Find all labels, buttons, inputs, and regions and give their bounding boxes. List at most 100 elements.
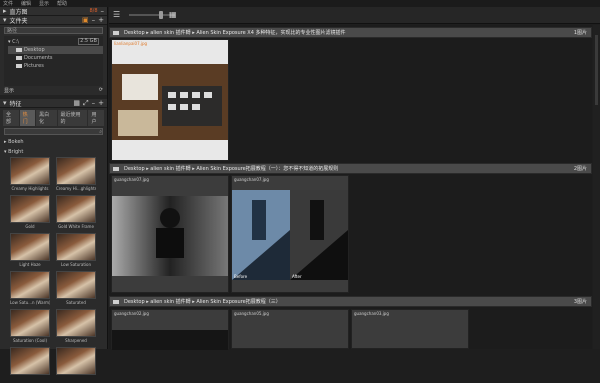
zoom-slider-knob[interactable] (159, 11, 163, 19)
plus-icon[interactable]: + (98, 99, 104, 107)
thumbnail-cell[interactable]: guangchan07.jpg Before After (231, 175, 349, 293)
preset-item[interactable] (10, 347, 50, 383)
scrollbar[interactable] (593, 25, 600, 349)
preset-item[interactable]: Gold (10, 195, 50, 231)
thumbnail-cell[interactable]: lianlianpai07.jpg (111, 39, 229, 161)
tree-item-desktop[interactable]: Desktop (8, 46, 103, 54)
preset-item[interactable]: Gold White Frame (56, 195, 96, 231)
tree-item-c[interactable]: ▾ C:\ 2.5 GB (8, 38, 103, 46)
folder-bar[interactable]: Desktop ▸ alien skin 插件轉 ▸ Alien Skin Ex… (109, 296, 592, 307)
sync-icon[interactable]: ⟳ (99, 87, 103, 94)
preset-thumbnail (10, 309, 50, 337)
preset-thumbnail (56, 233, 96, 261)
tab-popular[interactable]: 热门 (19, 110, 36, 126)
preset-item[interactable]: Low Satu...n (Warm) (10, 271, 50, 307)
image-count: 2图片 (573, 166, 587, 172)
before-tag: Before (234, 274, 248, 279)
preset-label: Saturated (66, 300, 86, 305)
thumbnail-cell[interactable]: guangchan07.jpg (111, 175, 229, 293)
preset-thumbnail (56, 195, 96, 223)
tab-bw[interactable]: 黑白化 (36, 110, 57, 126)
preset-thumbnails: Creamy Highlights Creamy Hi...ghlights G… (0, 157, 107, 383)
file-name: guangchan05.jpg (234, 311, 269, 316)
triangle-down-icon: ▾ (3, 15, 7, 24)
folder-bar[interactable]: Desktop ▸ alien skin 插件轉 ▸ Alien Skin Ex… (109, 27, 592, 38)
menu-help[interactable]: 帮助 (57, 0, 67, 7)
group-bokeh[interactable]: ▸ Bokeh (0, 137, 107, 147)
preset-thumbnail (10, 347, 50, 375)
photo-thumbnail (112, 64, 228, 140)
triangle-right-icon: ▸ (3, 6, 7, 15)
folder-bar[interactable]: Desktop ▸ alien skin 插件轉 ▸ Alien Skin Ex… (109, 163, 592, 174)
folder-icon (113, 299, 119, 304)
folder-footer: 显示 ⟳ (0, 86, 107, 95)
tab-user[interactable]: 用户 (88, 110, 105, 126)
folder-icon (16, 55, 22, 60)
preset-thumbnail (56, 157, 96, 185)
preset-item[interactable]: Sharpened (56, 309, 96, 345)
group-bright[interactable]: ▾ Bright (0, 147, 107, 157)
thumbnail-cell[interactable]: guangchan03.jpg (351, 309, 469, 349)
plus-icon[interactable]: + (98, 16, 104, 24)
photo-thumbnail (232, 190, 348, 280)
preset-label: Creamy Hi...ghlights (56, 186, 96, 191)
presets-title: 特征 (9, 100, 22, 108)
tree-item-pictures[interactable]: Pictures (8, 62, 103, 70)
preset-thumbnail (10, 233, 50, 261)
folders-title: 文件夹 (9, 17, 28, 25)
grid-view-icon[interactable]: ▦ (73, 99, 80, 107)
preset-item[interactable]: Low Saturation (56, 233, 96, 269)
preset-item[interactable] (56, 347, 96, 383)
minus-icon[interactable]: – (92, 16, 96, 24)
browser-content: Desktop ▸ alien skin 插件轉 ▸ Alien Skin Ex… (109, 25, 592, 350)
minus-icon[interactable]: – (101, 7, 105, 15)
preset-search-input[interactable]: ⌕ (4, 128, 103, 135)
preset-item[interactable]: Light Haze (10, 233, 50, 269)
thumbnail-cell[interactable]: guangchan05.jpg (231, 309, 349, 349)
folder-icon[interactable]: ▣ (82, 16, 89, 24)
histogram-value: 8/8 (89, 8, 98, 14)
thumbnail-cell[interactable]: guangchan02.jpg (111, 309, 229, 350)
preset-thumbnail (56, 347, 96, 375)
preset-thumbnail (56, 309, 96, 337)
menu-view[interactable]: 显示 (39, 0, 49, 7)
folder-icon (16, 47, 22, 52)
scrollbar-thumb[interactable] (595, 35, 598, 105)
preset-item[interactable]: Creamy Hi...ghlights (56, 157, 96, 193)
file-name: lianlianpai07.jpg (114, 41, 148, 46)
tree-item-documents[interactable]: Documents (8, 54, 103, 62)
presets-header[interactable]: ▾ 特征 ▦ ⤢ – + (0, 99, 107, 108)
folder-path: Desktop ▸ alien skin 插件轉 ▸ Alien Skin Ex… (124, 166, 339, 172)
preset-thumbnail (10, 195, 50, 223)
folders-header[interactable]: ▾ 文件夹 ▣ – + (0, 16, 107, 25)
preset-label: Gold White Frame (58, 224, 94, 229)
image-count: 3图片 (573, 299, 587, 305)
left-panel: ▸ 直方图 8/8– ▾ 文件夹 ▣ – + 路径 ▾ C:\ 2.5 GB Desk… (0, 6, 108, 375)
preset-label: Gold (25, 224, 35, 229)
preset-tabs: 全部 热门 黑白化 最近使用的 用户 (0, 108, 107, 128)
folder-path: Desktop ▸ alien skin 插件轉 ▸ Alien Skin Ex… (124, 299, 281, 305)
preset-item[interactable]: Creamy Highlights (10, 157, 50, 193)
triangle-down-icon: ▾ (8, 39, 11, 45)
preset-item[interactable]: Saturation (Cool) (10, 309, 50, 345)
fullscreen-icon[interactable]: ⤢ (83, 99, 89, 107)
preset-item[interactable]: Saturated (56, 271, 96, 307)
grid-view-icon[interactable]: ▦ (169, 11, 177, 19)
file-name: guangchan03.jpg (354, 311, 389, 316)
folder-icon (113, 30, 119, 35)
tab-recent[interactable]: 最近使用的 (57, 110, 88, 126)
list-view-icon[interactable]: ☰ (113, 11, 120, 19)
folder-path: Desktop ▸ alien skin 插件轉 ▸ Alien Skin Ex… (124, 30, 346, 36)
menu-bar: 文件 编辑 显示 帮助 (0, 0, 600, 7)
preset-thumbnail (10, 271, 50, 299)
image-count: 1图片 (573, 30, 587, 36)
minus-icon[interactable]: – (92, 99, 96, 107)
file-name: guangchan07.jpg (114, 177, 149, 182)
tab-all[interactable]: 全部 (3, 110, 19, 126)
path-input[interactable]: 路径 (4, 27, 103, 34)
drive-size: 2.5 GB (78, 38, 99, 45)
preset-thumbnail (10, 157, 50, 185)
file-name: guangchan07.jpg (234, 177, 269, 182)
preset-label: Light Haze (19, 262, 41, 267)
preset-label: Low Satu...n (Warm) (10, 300, 50, 305)
